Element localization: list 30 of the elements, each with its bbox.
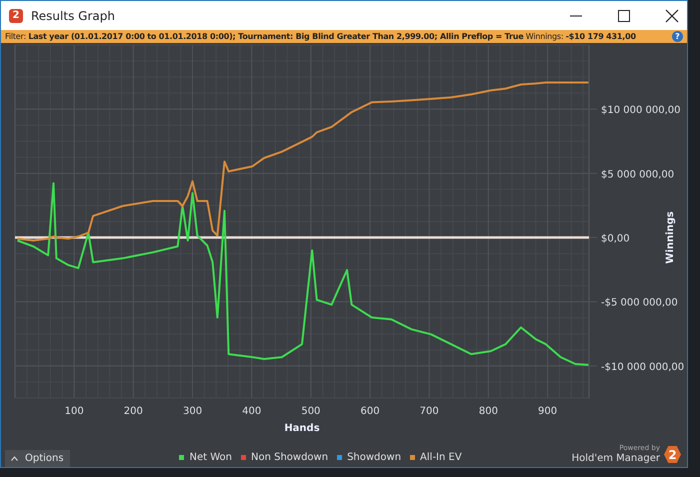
x-tick-label: 100 <box>64 406 84 417</box>
y-tick-label: $10 000 000,00 <box>601 105 681 116</box>
legend-label: Net Won <box>189 452 232 463</box>
close-icon[interactable] <box>665 8 679 22</box>
x-tick-label: 900 <box>538 406 558 417</box>
y-tick-label: $0,00 <box>601 234 630 245</box>
options-button[interactable]: Options <box>5 450 70 467</box>
caret-icon <box>11 456 18 461</box>
y-tick-label: -$5 000 000,00 <box>601 298 678 309</box>
app-logo: 2 <box>9 8 23 22</box>
brand-name: Hold'em Manager <box>572 453 660 465</box>
x-tick-label: 500 <box>301 406 320 417</box>
y-tick-label: -$10 000 000,00 <box>601 362 684 373</box>
y-axis-title: Winnings <box>665 211 676 264</box>
y-tick-label: $5 000 000,00 <box>601 169 674 180</box>
x-tick-label: 300 <box>182 406 202 417</box>
maximize-icon[interactable] <box>617 8 631 22</box>
help-button[interactable]: ? <box>672 31 683 42</box>
x-tick-label: 400 <box>242 406 262 417</box>
window-title: Results Graph <box>31 8 115 22</box>
filter-summary: Filter: Last year (01.01.2017 0:00 to 01.01.2018 0:00); Tournament: Big Blind Greater Than 2,999.00; Allin Preflop = True Winnings: -$10 179 431,00 <box>5 32 637 41</box>
x-tick-label: 700 <box>420 406 439 417</box>
legend-label: Showdown <box>347 452 402 463</box>
x-tick-label: 200 <box>124 406 143 417</box>
legend-label: Non Showdown <box>250 452 328 463</box>
x-tick-label: 800 <box>478 406 498 417</box>
legend-label: All-In EV <box>420 452 462 463</box>
x-tick-label: 600 <box>360 406 380 417</box>
x-axis-title: Hands <box>284 423 320 434</box>
brand-logo: 2 <box>664 446 681 463</box>
